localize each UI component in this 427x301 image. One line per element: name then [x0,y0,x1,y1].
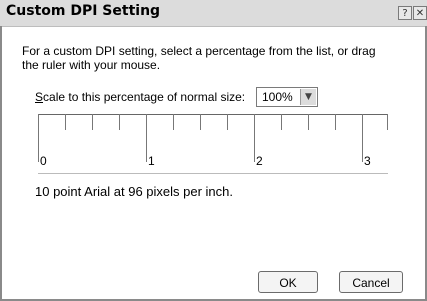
ok-button[interactable]: OK [258,271,318,293]
ruler-tick-minor [281,114,282,130]
ruler-label-0: 0 [40,154,47,168]
scale-label: Scale to this percentage of normal size: [35,90,245,104]
help-icon: ? [402,8,408,19]
ruler-label-3: 3 [364,154,371,168]
close-icon: ✕ [415,8,425,19]
dropdown-button[interactable]: ▼ [300,89,316,105]
help-button[interactable]: ? [398,6,412,20]
ruler-tick-minor [227,114,228,130]
ruler-tick-major [254,114,255,162]
custom-dpi-dialog: Custom DPI Setting ? ✕ For a custom DPI … [0,0,427,301]
ruler-tick-minor [119,114,120,130]
ruler-tick-major [362,114,363,162]
dpi-ruler[interactable]: 0 1 2 3 [38,114,388,174]
ruler-tick-minor [65,114,66,130]
ruler-bottom-edge [38,173,388,174]
close-button[interactable]: ✕ [413,6,427,20]
ruler-tick-major [38,114,39,162]
scale-label-rest: cale to this percentage of normal size: [43,90,246,104]
ruler-label-2: 2 [256,154,263,168]
scale-label-access-key: S [35,90,44,104]
ruler-tick-minor [387,114,388,130]
ruler-tick-minor [200,114,201,130]
sample-info-text: 10 point Arial at 96 pixels per inch. [35,184,234,199]
ruler-tick-minor [335,114,336,130]
chevron-down-icon: ▼ [305,92,312,102]
ruler-tick-minor [92,114,93,130]
scale-percentage-value: 100% [262,90,293,104]
cancel-button[interactable]: Cancel [339,271,403,293]
ruler-label-1: 1 [148,154,155,168]
ruler-tick-major [146,114,147,162]
ruler-tick-minor [173,114,174,130]
instructions-text: For a custom DPI setting, select a perce… [22,44,376,72]
scale-percentage-select[interactable]: 100% ▼ [256,87,318,107]
title-bar[interactable]: Custom DPI Setting ? ✕ [0,0,427,27]
window-title: Custom DPI Setting [6,3,161,19]
ruler-tick-minor [308,114,309,130]
